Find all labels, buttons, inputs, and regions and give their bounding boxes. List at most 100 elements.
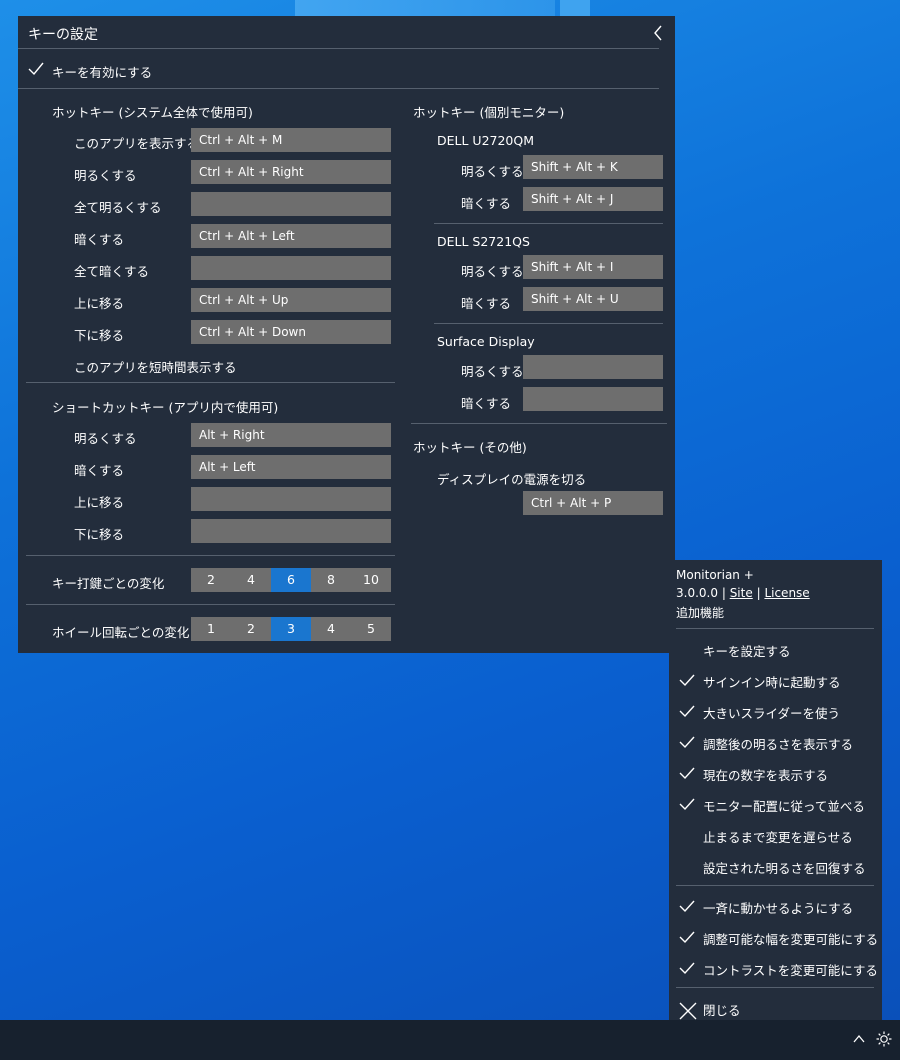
power-off-input[interactable]: Ctrl + Alt + P <box>523 491 663 515</box>
hotkey-label: 暗くする <box>74 232 125 247</box>
shortcut-label: 明るくする <box>74 431 137 446</box>
shortcut-label: 暗くする <box>74 463 125 478</box>
divider <box>26 555 395 556</box>
key-step-option[interactable]: 4 <box>231 568 271 592</box>
taskbar <box>0 1020 900 1060</box>
monitor2-brighter-input[interactable]: Shift + Alt + I <box>523 255 663 279</box>
hotkey-input-all-brighter[interactable] <box>191 192 391 216</box>
menu-item-start-on-signin[interactable]: サインイン時に起動する <box>669 666 882 694</box>
shortcut-input-move-down[interactable] <box>191 519 391 543</box>
brightness-icon[interactable] <box>876 1031 892 1050</box>
hotkey-label: 下に移る <box>74 328 125 343</box>
monitor-hotkey-label: 暗くする <box>461 396 512 411</box>
hotkey-label: 上に移る <box>74 296 125 311</box>
menu-item-show-numbers[interactable]: 現在の数字を表示する <box>669 759 882 787</box>
hotkey-label: 明るくする <box>74 168 137 183</box>
hotkey-input-darker[interactable]: Ctrl + Alt + Left <box>191 224 391 248</box>
check-icon <box>679 767 695 780</box>
menu-item-label: キーを設定する <box>703 644 791 659</box>
power-off-label: ディスプレイの電源を切る <box>437 472 587 487</box>
hotkey-input-brighter[interactable]: Ctrl + Alt + Right <box>191 160 391 184</box>
check-icon <box>679 674 695 687</box>
license-link[interactable]: License <box>764 586 809 600</box>
hotkey-label: 全て暗くする <box>74 264 150 279</box>
divider <box>411 423 667 424</box>
hotkey-input-move-down[interactable]: Ctrl + Alt + Down <box>191 320 391 344</box>
wheel-step-option[interactable]: 1 <box>191 617 231 641</box>
key-step-option[interactable]: 8 <box>311 568 351 592</box>
key-step-option[interactable]: 10 <box>351 568 391 592</box>
shortcut-label: 下に移る <box>74 527 125 542</box>
menu-item-show-adjusted-brightness[interactable]: 調整後の明るさを表示する <box>669 728 882 756</box>
key-step-selector: 2 4 6 8 10 <box>191 568 391 592</box>
monitor3-brighter-input[interactable] <box>523 355 663 379</box>
menu-item-restore-brightness[interactable]: 設定された明るさを回復する <box>669 852 882 880</box>
divider <box>434 223 663 224</box>
wheel-step-option[interactable]: 5 <box>351 617 391 641</box>
shortcut-input-move-up[interactable] <box>191 487 391 511</box>
divider <box>26 604 395 605</box>
monitor-hotkey-label: 暗くする <box>461 296 512 311</box>
key-step-option-selected[interactable]: 6 <box>271 568 311 592</box>
hotkey-label: 全て明るくする <box>74 200 162 215</box>
monitor-name: DELL U2720QM <box>437 133 535 148</box>
wheel-step-option[interactable]: 2 <box>231 617 271 641</box>
monitor3-darker-input[interactable] <box>523 387 663 411</box>
wheel-step-label: ホイール回転ごとの変化 <box>52 625 190 640</box>
section-title-monitor-hotkeys: ホットキー (個別モニター) <box>413 105 565 120</box>
version: 3.0.0.0 <box>676 586 718 600</box>
monitor2-darker-input[interactable]: Shift + Alt + U <box>523 287 663 311</box>
shortcut-label: 上に移る <box>74 495 125 510</box>
divider <box>434 323 663 324</box>
chevron-up-icon[interactable] <box>853 1032 865 1047</box>
divider <box>26 382 395 383</box>
separator: | <box>721 586 726 600</box>
menu-item-defer-change[interactable]: 止まるまで変更を遅らせる <box>669 821 882 849</box>
site-link[interactable]: Site <box>730 586 753 600</box>
app-name: Monitorian + <box>676 568 754 582</box>
hotkey-input-show-app[interactable]: Ctrl + Alt + M <box>191 128 391 152</box>
menu-item-label: 設定された明るさを回復する <box>703 861 866 876</box>
divider <box>676 987 874 988</box>
hotkey-input-all-darker[interactable] <box>191 256 391 280</box>
tray-context-menu: Monitorian + 3.0.0.0 | Site | License 追加… <box>669 560 882 1020</box>
monitor1-darker-input[interactable]: Shift + Alt + J <box>523 187 663 211</box>
menu-item-configure-keys[interactable]: キーを設定する <box>669 635 882 663</box>
enable-keys-label: キーを有効にする <box>52 65 153 80</box>
menu-item-label: 現在の数字を表示する <box>703 768 829 783</box>
key-step-option[interactable]: 2 <box>191 568 231 592</box>
menu-item-label: モニター配置に従って並べる <box>703 799 865 814</box>
monitor-hotkey-label: 暗くする <box>461 196 512 211</box>
menu-item-move-together[interactable]: 一斉に動かせるようにする <box>669 892 882 920</box>
section-title-shortcut-keys: ショートカットキー (アプリ内で使用可) <box>52 400 279 415</box>
wheel-step-option-selected[interactable]: 3 <box>271 617 311 641</box>
menu-item-label: 止まるまで変更を遅らせる <box>703 830 853 845</box>
menu-item-changeable-range[interactable]: 調整可能な幅を変更可能にする <box>669 923 882 951</box>
check-icon <box>28 62 44 76</box>
shortcut-input-darker[interactable]: Alt + Left <box>191 455 391 479</box>
menu-item-label: 大きいスライダーを使う <box>703 706 841 721</box>
wheel-step-option[interactable]: 4 <box>311 617 351 641</box>
key-settings-panel: キーの設定 キーを有効にする ホットキー (システム全体で使用可) このアプリを… <box>18 16 675 653</box>
menu-item-changeable-contrast[interactable]: コントラストを変更可能にする <box>669 954 882 982</box>
divider <box>676 628 874 629</box>
monitor1-brighter-input[interactable]: Shift + Alt + K <box>523 155 663 179</box>
hotkey-input-move-up[interactable]: Ctrl + Alt + Up <box>191 288 391 312</box>
back-chevron-icon[interactable] <box>651 24 665 42</box>
menu-item-arrange-by-layout[interactable]: モニター配置に従って並べる <box>669 790 882 818</box>
shortcut-input-brighter[interactable]: Alt + Right <box>191 423 391 447</box>
check-icon <box>679 962 695 975</box>
wheel-step-selector: 1 2 3 4 5 <box>191 617 391 641</box>
extra-features-label: 追加機能 <box>676 606 725 620</box>
divider <box>676 885 874 886</box>
divider <box>18 48 659 49</box>
check-icon <box>679 931 695 944</box>
menu-item-large-slider[interactable]: 大きいスライダーを使う <box>669 697 882 725</box>
divider <box>18 88 659 89</box>
short-show-app-option[interactable]: このアプリを短時間表示する <box>74 357 237 376</box>
check-icon <box>679 798 695 811</box>
monitor-hotkey-label: 明るくする <box>461 264 524 279</box>
panel-title: キーの設定 <box>28 27 98 43</box>
menu-item-close[interactable]: 閉じる <box>669 994 882 1022</box>
check-icon <box>679 736 695 749</box>
